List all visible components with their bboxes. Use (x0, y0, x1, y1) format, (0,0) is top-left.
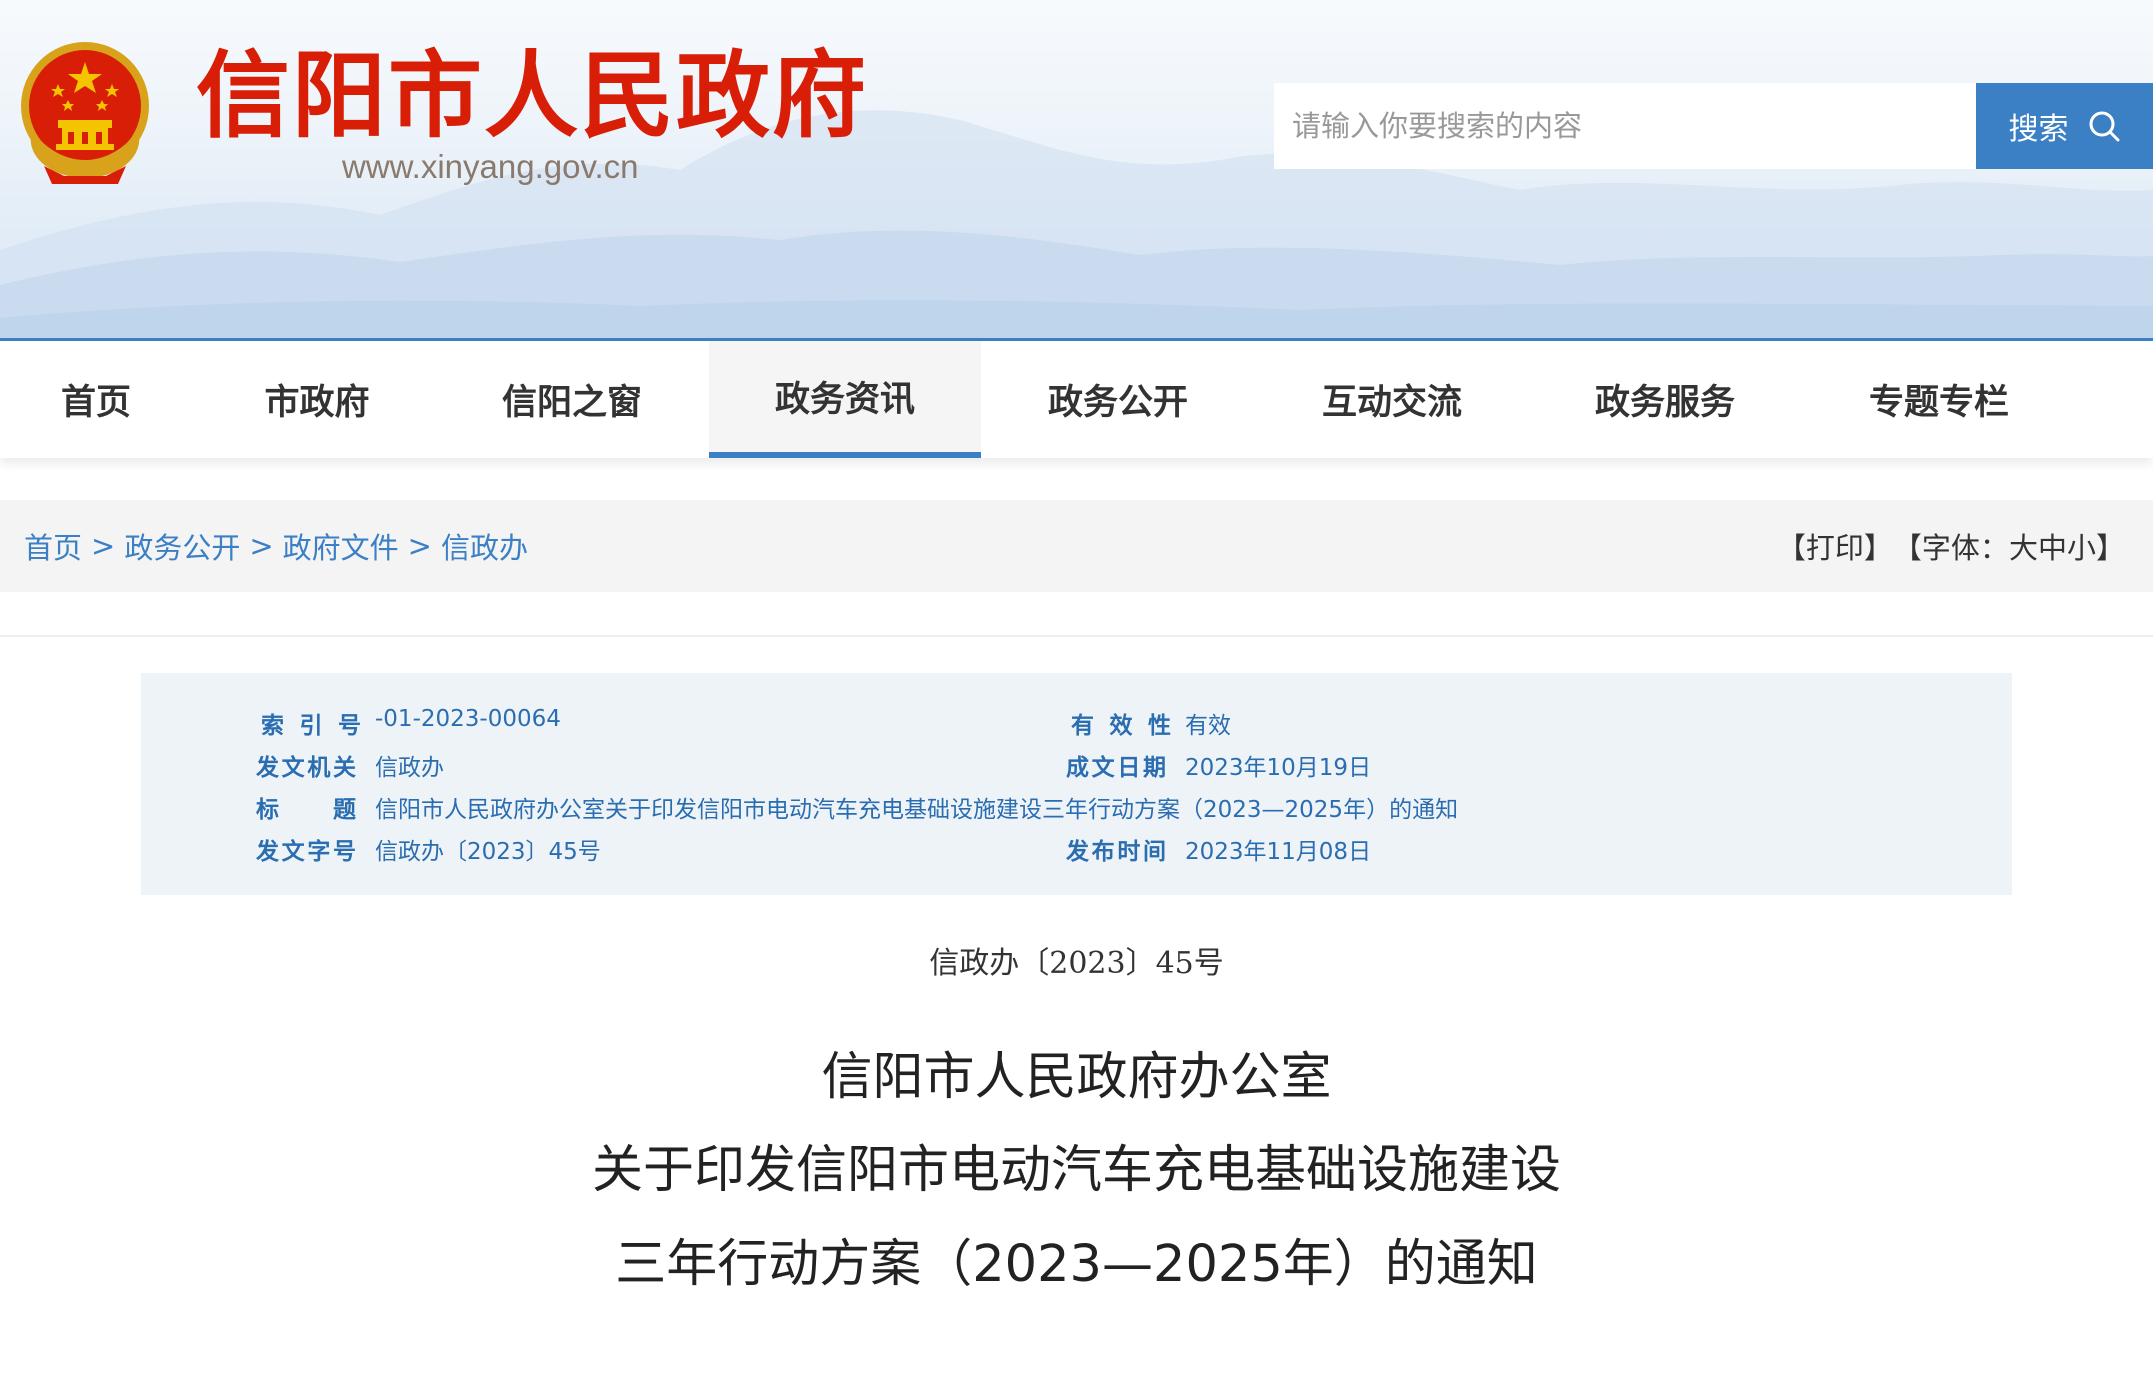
font-small-button[interactable]: 小 (2067, 525, 2096, 567)
search-input[interactable] (1274, 83, 1976, 169)
meta-value-publish-date: 2023年11月08日 (1185, 839, 1372, 865)
meta-label-created-date: 成文日期 (1066, 755, 1166, 781)
nav-item-government-news[interactable]: 政务资讯 (709, 341, 981, 458)
nav-item-government-services[interactable]: 政务服务 (1537, 341, 1793, 458)
document-title-line-1: 信阳市人民政府办公室 (821, 1048, 1332, 1107)
national-emblem-icon (21, 42, 149, 184)
nav-item-government-disclosure[interactable]: 政务公开 (990, 341, 1246, 458)
breadcrumb-separator: > (91, 529, 116, 563)
document-title-line-2: 关于印发信阳市电动汽车充电基础设施建设 (591, 1141, 1561, 1200)
meta-value-created-date: 2023年10月19日 (1185, 755, 1372, 781)
font-medium-button[interactable]: 中 (2038, 525, 2067, 567)
meta-label-doc-no: 发文字号 (256, 839, 356, 865)
breadcrumb-link-government-documents[interactable]: 政府文件 (283, 525, 399, 567)
nav-item-xinyang-window[interactable]: 信阳之窗 (444, 341, 700, 458)
breadcrumb-link-home[interactable]: 首页 (24, 525, 82, 567)
meta-label-index-no: 索引号 (261, 713, 361, 739)
document-number: 信政办〔2023〕45号 (929, 946, 1224, 981)
font-size-prefix: 【字体： (1892, 531, 2009, 565)
site-url: www.xinyang.gov.cn (342, 148, 639, 185)
nav-item-home[interactable]: 首页 (0, 341, 192, 458)
search-button[interactable]: 搜索 (1976, 83, 2153, 169)
font-large-button[interactable]: 大 (2009, 525, 2038, 567)
content-divider (0, 635, 2153, 637)
font-size-suffix: 】 (2095, 531, 2125, 565)
breadcrumb-link-disclosure[interactable]: 政务公开 (124, 525, 240, 567)
breadcrumb-bar: 首页 > 政务公开 > 政府文件 > 信政办 【打印】 【字体： 大 中 小 】 (0, 500, 2153, 592)
meta-value-issuer: 信政办 (375, 755, 444, 781)
meta-label-validity: 有效性 (1071, 713, 1171, 739)
breadcrumb-separator: > (407, 529, 432, 563)
meta-value-title: 信阳市人民政府办公室关于印发信阳市电动汽车充电基础设施建设三年行动方案（2023… (375, 797, 1459, 823)
meta-label-issuer: 发文机关 (256, 755, 356, 781)
meta-value-index-no: -01-2023-00064 (375, 706, 561, 732)
search-button-label: 搜索 (2008, 112, 2069, 147)
nav-item-interaction[interactable]: 互动交流 (1264, 341, 1520, 458)
meta-value-doc-no: 信政办〔2023〕45号 (375, 839, 601, 865)
breadcrumb-link-xinzhengban[interactable]: 信政办 (441, 525, 528, 567)
breadcrumb: 首页 > 政务公开 > 政府文件 > 信政办 (24, 500, 528, 592)
meta-label-title: 标题 (256, 797, 356, 823)
page-tools: 【打印】 【字体： 大 中 小 】 (1777, 500, 2125, 592)
document-title-line-3: 三年行动方案（2023—2025年）的通知 (615, 1235, 1538, 1294)
search-icon (2089, 111, 2119, 142)
meta-label-publish-date: 发布时间 (1066, 839, 1166, 865)
nav-item-special-topics[interactable]: 专题专栏 (1811, 341, 2067, 458)
main-nav: 首页 市政府 信阳之窗 政务资讯 政务公开 互动交流 政务服务 专题专栏 (0, 338, 2153, 458)
breadcrumb-separator: > (249, 529, 274, 563)
nav-item-city-government[interactable]: 市政府 (218, 341, 416, 458)
print-button[interactable]: 【打印】 (1777, 525, 1893, 567)
meta-value-validity: 有效 (1185, 713, 1231, 739)
site-header: 信阳市人民政府 www.xinyang.gov.cn 搜索 (0, 0, 2153, 338)
site-title: 信阳市人民政府 (196, 42, 869, 151)
document-meta-box: 索引号 -01-2023-00064 发文机关 信政办 标题 信阳市人民政府办公… (141, 673, 2012, 895)
